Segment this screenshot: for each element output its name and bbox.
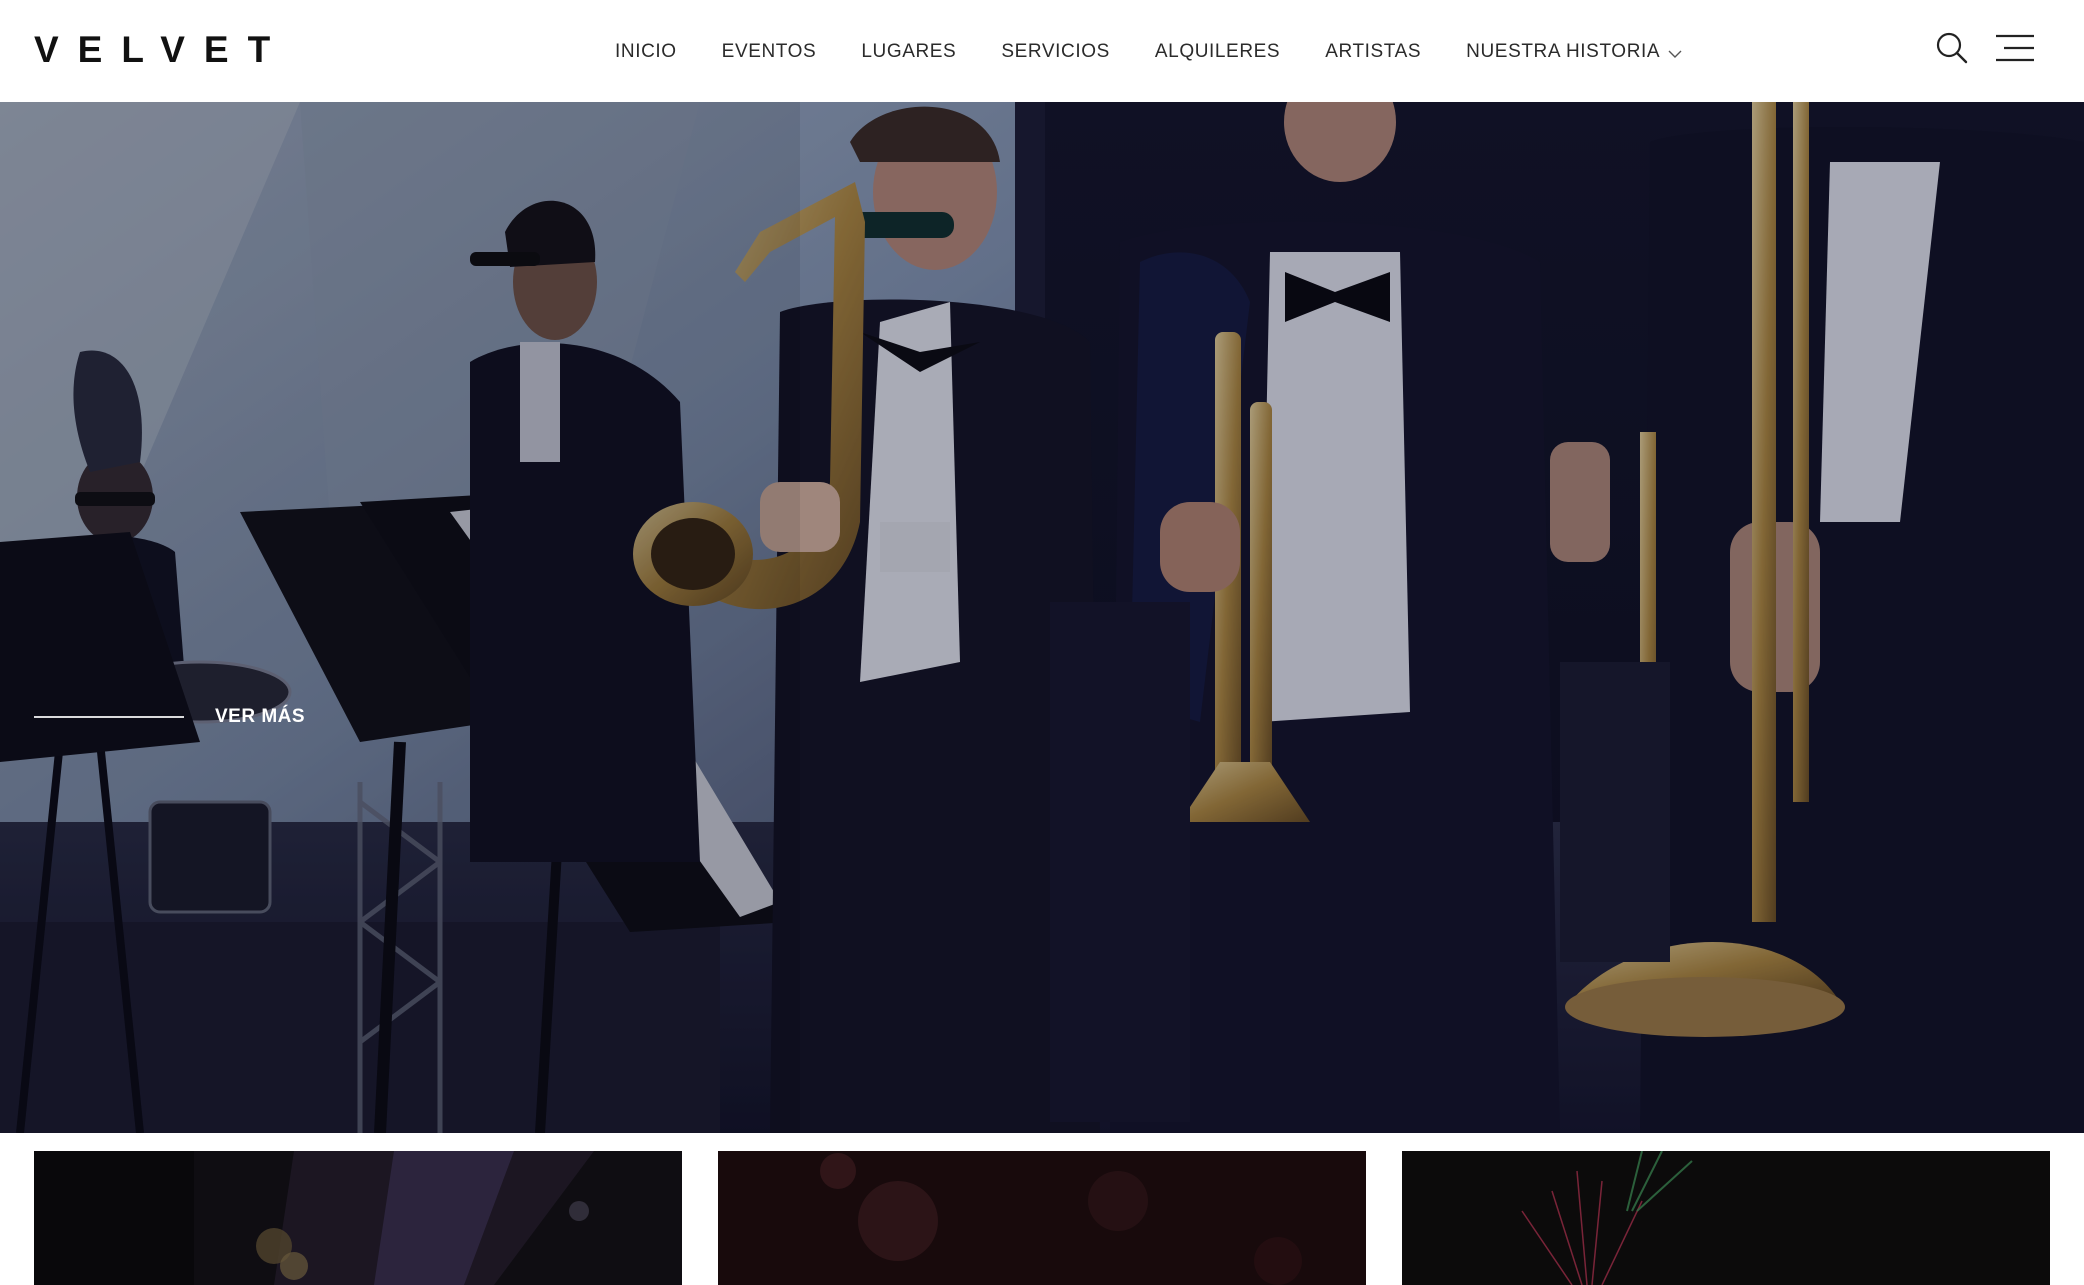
main-nav: INICIO EVENTOS LUGARES SERVICIOS ALQUILE… — [615, 38, 1682, 66]
search-icon[interactable] — [1936, 32, 1968, 69]
event-card-1[interactable] — [34, 1151, 682, 1285]
nav-item-artistas[interactable]: ARTISTAS — [1325, 40, 1421, 64]
event-card-2-image — [718, 1151, 1366, 1285]
hamburger-menu-icon[interactable] — [1996, 34, 2034, 67]
event-card-1-image — [34, 1151, 682, 1285]
nav-item-label: EVENTOS — [721, 41, 817, 62]
event-card-2[interactable] — [718, 1151, 1366, 1285]
nav-item-label: ARTISTAS — [1325, 41, 1422, 62]
nav-item-alquileres[interactable]: ALQUILERES — [1155, 40, 1280, 64]
ver-mas-link[interactable]: VER MÁS — [34, 706, 305, 728]
nav-item-lugares[interactable]: LUGARES — [861, 40, 956, 64]
nav-item-label: INICIO — [615, 41, 677, 62]
hero-background-image — [0, 102, 2084, 1133]
hero-banner: VER MÁS — [0, 102, 2084, 1133]
nav-item-label: LUGARES — [861, 41, 957, 62]
nav-item-label: ALQUILERES — [1154, 41, 1281, 62]
site-header: VELVET INICIO EVENTOS LUGARES SERVICIOS … — [0, 0, 2084, 102]
nav-item-nuestra-historia[interactable]: NUESTRA HISTORIA — [1466, 38, 1682, 66]
nav-item-inicio[interactable]: INICIO — [615, 40, 677, 64]
event-cards — [0, 1133, 2084, 1285]
header-icons — [1936, 32, 2034, 69]
velvet-logo[interactable]: VELVET — [34, 31, 289, 68]
nav-item-eventos[interactable]: EVENTOS — [722, 40, 817, 64]
ver-mas-label: VER MÁS — [215, 706, 306, 727]
chevron-down-icon — [1668, 42, 1682, 66]
event-card-3-image — [1402, 1151, 2050, 1285]
nav-item-label: NUESTRA HISTORIA — [1466, 41, 1661, 62]
nav-item-label: SERVICIOS — [1001, 41, 1110, 62]
ver-mas-divider — [34, 716, 184, 718]
event-card-3[interactable] — [1402, 1151, 2050, 1285]
nav-item-servicios[interactable]: SERVICIOS — [1001, 40, 1110, 64]
